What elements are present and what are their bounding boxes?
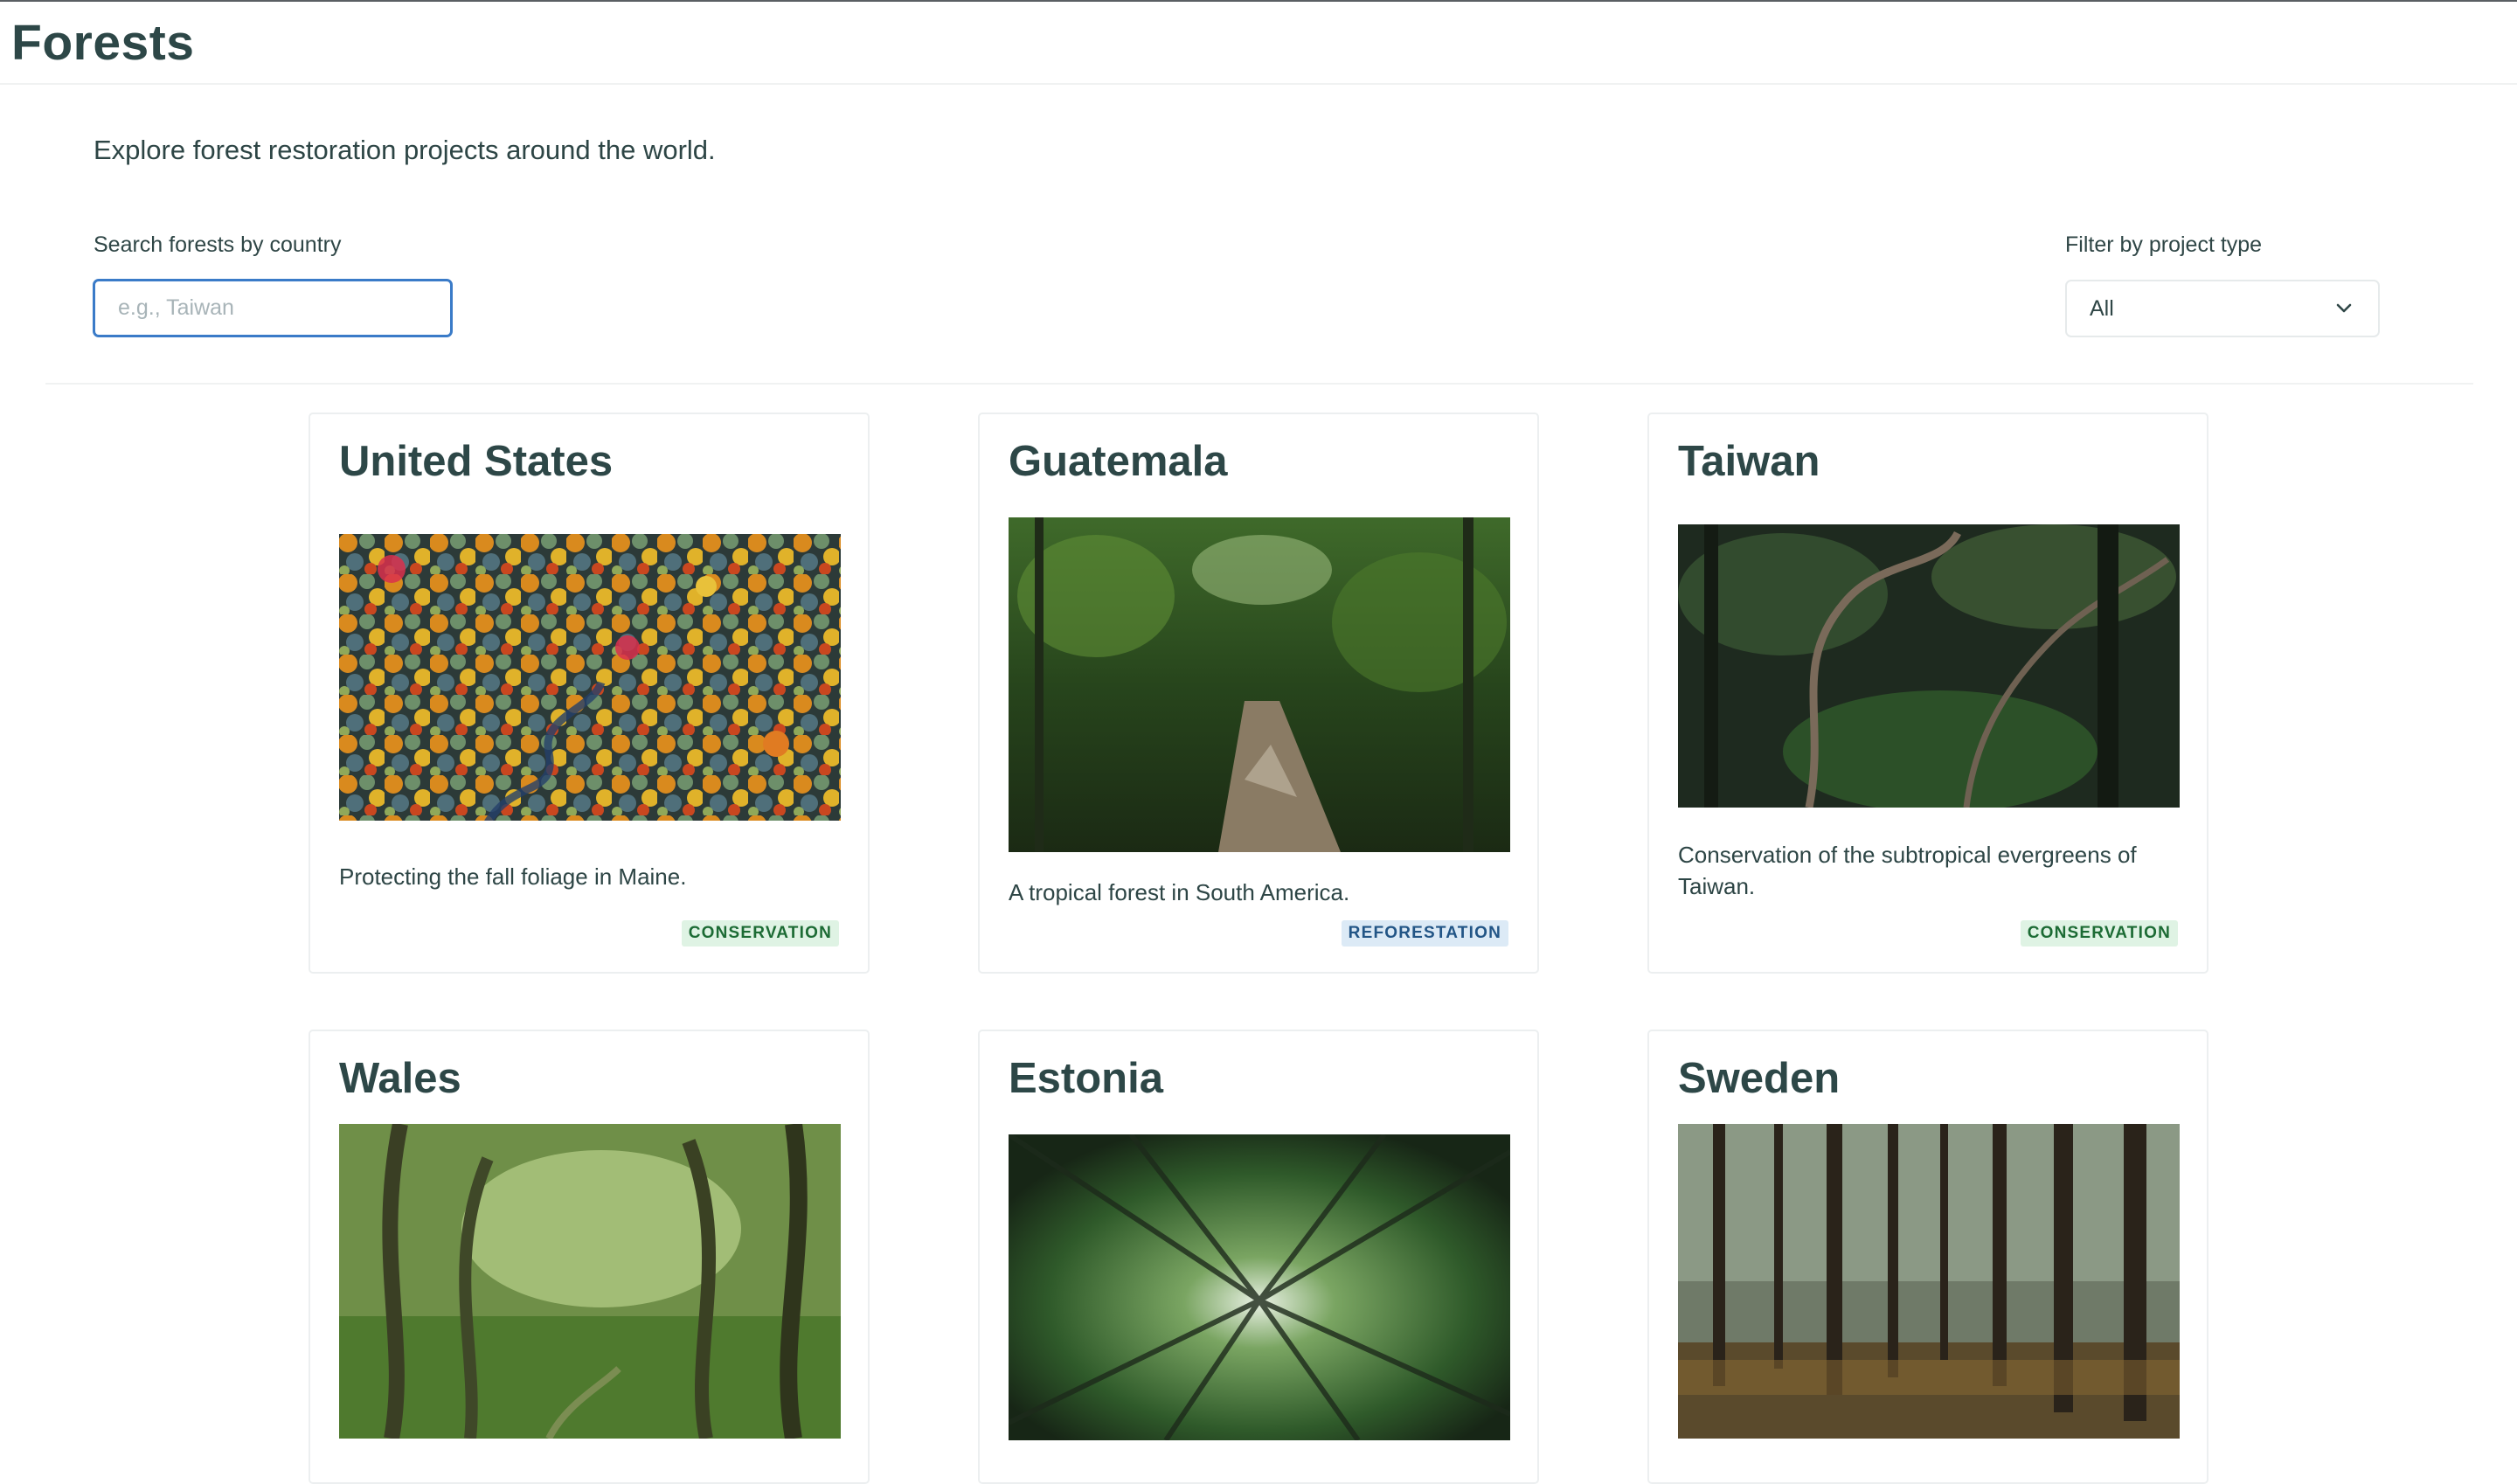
forest-photo-mossy-woodland xyxy=(339,1124,841,1439)
project-type-badge: CONSERVATION xyxy=(681,920,839,947)
forest-card[interactable]: Guatemala A tropical forest in South Ame… xyxy=(978,413,1539,974)
card-country: Guatemala xyxy=(1009,438,1228,485)
project-type-select[interactable]: All xyxy=(2065,280,2380,337)
card-country: Wales xyxy=(339,1055,461,1102)
page-header: Forests xyxy=(0,2,2517,85)
filter-label: Filter by project type xyxy=(2065,232,2263,257)
forest-card[interactable]: Sweden xyxy=(1647,1030,2208,1484)
page-title: Forests xyxy=(11,15,195,71)
card-country: United States xyxy=(339,438,614,485)
forest-photo-jungle-path xyxy=(1009,517,1510,852)
forest-photo-pine-trunks xyxy=(1678,1124,2180,1439)
card-country: Taiwan xyxy=(1678,438,1820,485)
forest-photo-aerial-autumn xyxy=(339,534,841,821)
forest-card[interactable]: Wales xyxy=(309,1030,870,1484)
forest-card[interactable]: Taiwan Conservation of the subtropical e… xyxy=(1647,413,2208,974)
select-value: All xyxy=(2090,295,2114,321)
forest-card[interactable]: United States Protecting the fall foliag… xyxy=(309,413,870,974)
card-description: Protecting the fall foliage in Maine. xyxy=(339,863,687,890)
forest-photo-subtropical xyxy=(1678,524,2180,808)
intro-text: Explore forest restoration projects arou… xyxy=(94,135,716,165)
card-description: A tropical forest in South America. xyxy=(1009,879,1350,905)
forest-photo-canopy xyxy=(1009,1134,1510,1440)
chevron-down-icon xyxy=(2334,299,2354,318)
card-country: Sweden xyxy=(1678,1055,1841,1102)
section-divider xyxy=(45,383,2473,385)
card-country: Estonia xyxy=(1009,1055,1163,1102)
project-type-badge: CONSERVATION xyxy=(2020,920,2178,947)
project-type-badge: REFORESTATION xyxy=(1341,920,1508,947)
card-description: Conservation of the subtropical evergree… xyxy=(1678,842,2137,899)
forest-card[interactable]: Estonia xyxy=(978,1030,1539,1484)
search-input[interactable] xyxy=(93,279,453,337)
search-label: Search forests by country xyxy=(94,232,342,257)
